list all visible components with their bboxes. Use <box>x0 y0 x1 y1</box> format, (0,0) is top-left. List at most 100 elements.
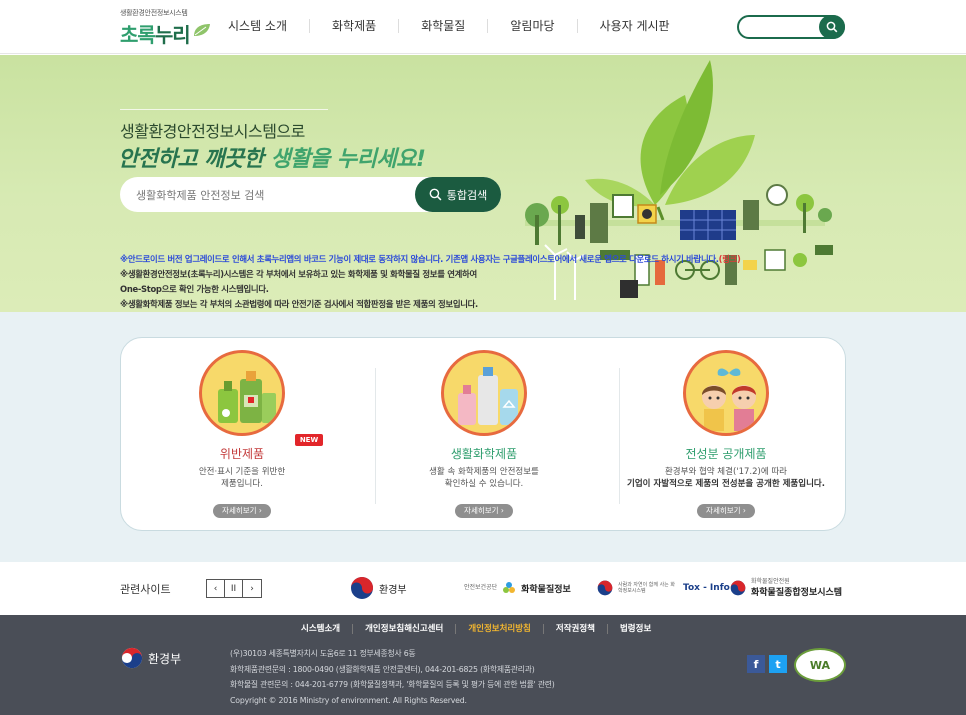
detergent-icon <box>458 367 518 425</box>
taeguk-icon <box>351 577 373 599</box>
footer: 시스템소개 개인정보침해신고센터 개인정보처리방침 저작권정책 법령정보 환경부… <box>0 615 966 715</box>
integrated-search-button[interactable]: 통합검색 <box>415 177 501 212</box>
card-full-ingredients-desc-2: 기업이 자발적으로 제품의 전성분을 공개한 제품입니다. <box>605 478 847 490</box>
nav-item-substances[interactable]: 화학물질 <box>399 19 489 33</box>
footer-link-privacy-policy[interactable]: 개인정보처리방침 <box>456 624 544 634</box>
notice-link[interactable]: (링크) <box>719 254 741 264</box>
header: 생활환경안전정보시스템 초록누리 시스템 소개 화학제품 화학물질 알림마당 사… <box>0 0 966 54</box>
related-site-chem-info-name: 화학물질정보 <box>521 584 571 595</box>
related-sites-controls: ‹ II › <box>206 579 262 598</box>
footer-address-line3: 화학물질 관련문의 : 044-201-6779 (화학물질정책과, '화학물질… <box>230 680 555 689</box>
related-site-ncis[interactable]: 화학물질안전원 화학물질종합정보시스템 <box>730 575 842 601</box>
related-next-button[interactable]: › <box>243 580 261 597</box>
related-site-moe[interactable]: 환경부 <box>350 575 407 601</box>
logo-title: 초록누리 <box>120 19 191 48</box>
card-full-ingredients[interactable]: 전성분 공개제품 환경부와 협약 체결('17.2)에 따라 기업이 자발적으로… <box>605 338 847 532</box>
card-full-ingredients-desc-1: 환경부와 협약 체결('17.2)에 따라 <box>664 467 788 477</box>
card-full-ingredients-desc: 환경부와 협약 체결('17.2)에 따라 기업이 자발적으로 제품의 전성분을… <box>605 466 847 490</box>
notice-text: ※안드로이드 버전 업그레이드로 인해서 초록누리앱의 바코드 기능이 제대로 … <box>120 252 820 312</box>
footer-address-line1: (우)30103 세종특별자치시 도움6로 11 정부세종청사 6동 <box>230 649 416 658</box>
hero-title-line2a: 안전하고 깨끗한 <box>118 147 271 172</box>
footer-link-privacy-report[interactable]: 개인정보침해신고센터 <box>353 624 457 634</box>
taeguk-icon <box>730 580 746 596</box>
related-site-ncis-text: 화학물질안전원 화학물질종합정보시스템 <box>751 577 843 598</box>
nav-item-system[interactable]: 시스템 소개 <box>228 19 311 33</box>
related-site-tox-info[interactable]: 사람과 자연이 함께 사는 화학정보시스템 Tox - Info <box>597 575 730 601</box>
taeguk-icon <box>121 647 143 669</box>
card-household-desc-2: 확인하실 수 있습니다. <box>444 479 524 489</box>
card-violation-more-button[interactable]: 자세히보기 › <box>213 504 271 518</box>
card-household-desc-1: 생활 속 화학제품의 안전정보를 <box>429 467 539 477</box>
related-sites-label: 관련사이트 <box>120 583 171 596</box>
search-icon <box>429 188 442 201</box>
related-site-moe-name: 환경부 <box>379 584 407 596</box>
card-full-ingredients-title: 전성분 공개제품 <box>685 447 767 461</box>
related-site-tox-info-sub: 사람과 자연이 함께 사는 화학정보시스템 <box>618 582 675 594</box>
logo[interactable]: 생활환경안전정보시스템 초록누리 <box>120 8 215 47</box>
hero-divider <box>120 109 328 110</box>
notice-line-1: ※안드로이드 버전 업그레이드로 인해서 초록누리앱의 바코드 기능이 제대로 … <box>120 252 820 267</box>
notice-line-4: ※생활화학제품 정보는 각 부처의 소관법령에 따라 안전기준 검사에서 적합판… <box>120 299 478 309</box>
full-ingredients-illustration <box>683 350 769 436</box>
card-household[interactable]: 생활화학제품 생활 속 화학제품의 안전정보를 확인하실 수 있습니다. 자세히… <box>363 338 605 532</box>
card-violation[interactable]: 위반제품 NEW 안전·표시 기준을 위반한 제품입니다. 자세히보기 › <box>121 338 363 532</box>
related-pause-button[interactable]: II <box>225 580 243 597</box>
footer-links: 시스템소개 개인정보침해신고센터 개인정보처리방침 저작권정책 법령정보 <box>301 624 663 634</box>
header-search-button[interactable] <box>819 15 845 39</box>
related-site-ncis-name: 화학물질종합정보시스템 <box>751 587 843 598</box>
related-sites: 관련사이트 ‹ II › 환경부 안전보건공단 화학물질정보 사람과 자연이 함… <box>0 562 966 615</box>
related-prev-button[interactable]: ‹ <box>207 580 225 597</box>
footer-logo-name: 환경부 <box>148 651 182 666</box>
nav-item-board[interactable]: 사용자 게시판 <box>578 19 692 33</box>
footer-address-line2: 화학제품관련문의 : 1800-0490 (생활화학제품 안전콜센터), 044… <box>230 664 535 674</box>
logo-subtitle: 생활환경안전정보시스템 <box>120 9 188 17</box>
header-search-input[interactable] <box>747 19 817 35</box>
card-household-more-button[interactable]: 자세히보기 › <box>455 504 513 518</box>
card-violation-title: 위반제품 <box>219 447 265 461</box>
footer-link-copyright[interactable]: 저작권정책 <box>544 624 608 634</box>
card-violation-desc-2: 제품입니다. <box>221 479 263 489</box>
new-badge: NEW <box>295 434 323 446</box>
leaf-icon <box>194 24 210 36</box>
facebook-icon[interactable]: f <box>747 655 765 673</box>
card-violation-desc-1: 안전·표시 기준을 위반한 <box>198 467 286 477</box>
hero-title-line2b: 생활을 누리세요! <box>270 147 426 172</box>
main-nav: 시스템 소개 화학제품 화학물질 알림마당 사용자 게시판 <box>228 19 692 33</box>
hero-title-line1: 생활환경안전정보시스템으로 <box>120 122 305 141</box>
category-cards: 위반제품 NEW 안전·표시 기준을 위반한 제품입니다. 자세히보기 › 생활… <box>120 337 846 531</box>
related-site-tox-info-name: Tox - Info <box>683 583 730 593</box>
notice-line-2: ※생활환경안전정보(초록누리)시스템은 각 부처에서 보유하고 있는 화학제품 … <box>120 269 477 279</box>
related-site-chem-info[interactable]: 안전보건공단 화학물질정보 <box>464 575 571 601</box>
social-links: f t <box>747 655 787 673</box>
bottles-icon <box>218 371 276 423</box>
footer-link-system[interactable]: 시스템소개 <box>301 624 354 634</box>
notice-line-3: One-Stop으로 확인 가능한 시스템입니다. <box>120 284 269 294</box>
nav-item-products[interactable]: 화학제품 <box>310 19 400 33</box>
card-full-ingredients-more-button[interactable]: 자세히보기 › <box>697 504 755 518</box>
footer-address: (우)30103 세종특별자치시 도움6로 11 정부세종청사 6동 화학제품관… <box>230 646 555 708</box>
notice-line-1-text: ※안드로이드 버전 업그레이드로 인해서 초록누리앱의 바코드 기능이 제대로 … <box>120 254 719 264</box>
nav-item-notices[interactable]: 알림마당 <box>488 19 578 33</box>
related-site-ncis-sub: 화학물질안전원 <box>751 577 790 585</box>
hero-banner: 생활환경안전정보시스템으로 안전하고 깨끗한 생활을 누리세요! 통합검색 <box>0 55 966 312</box>
logo-title-2: 누리 <box>154 23 191 47</box>
web-accessibility-badge[interactable]: WA <box>794 648 846 682</box>
hero-search-input[interactable] <box>136 186 406 204</box>
children-icon <box>702 368 756 431</box>
footer-logo: 환경부 <box>121 647 181 669</box>
card-full-ingredients-desc-2-text: 기업이 자발적으로 제품의 전성분을 공개한 제품입니다. <box>627 479 825 489</box>
taeguk-icon <box>597 580 613 596</box>
integrated-search-label: 통합검색 <box>446 188 488 202</box>
hero-search: 통합검색 <box>120 177 501 212</box>
twitter-icon[interactable]: t <box>769 655 787 673</box>
header-search <box>737 15 845 39</box>
related-site-chem-info-sub: 안전보건공단 <box>464 584 498 591</box>
card-household-desc: 생활 속 화학제품의 안전정보를 확인하실 수 있습니다. <box>363 466 605 490</box>
flower-icon <box>503 582 516 593</box>
search-icon <box>826 21 838 33</box>
footer-copyright: Copyright © 2016 Ministry of environment… <box>230 695 467 705</box>
logo-title-1: 초록 <box>120 23 156 47</box>
household-products-illustration <box>441 350 527 436</box>
footer-link-law[interactable]: 법령정보 <box>608 624 663 634</box>
card-household-title: 생활화학제품 <box>450 447 518 461</box>
